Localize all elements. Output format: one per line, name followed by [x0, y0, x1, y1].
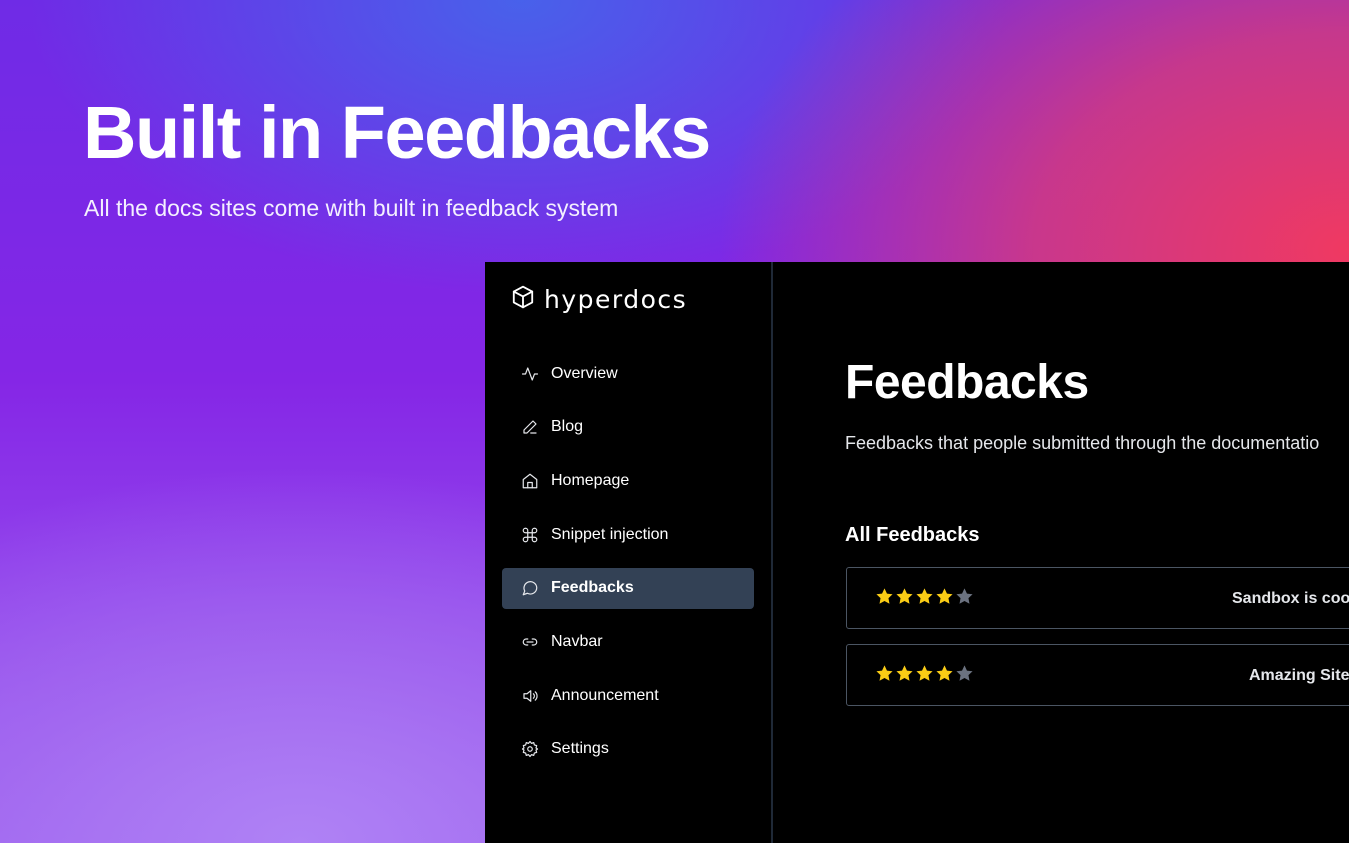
- link-icon: [520, 632, 540, 652]
- brand-name: hyperdocs: [544, 285, 688, 314]
- sidebar-item-label: Announcement: [551, 686, 659, 704]
- sidebar-item-feedbacks[interactable]: Feedbacks: [502, 567, 754, 609]
- sidebar-item-label: Homepage: [551, 471, 630, 489]
- pencil-icon: [520, 417, 540, 437]
- page-description: Feedbacks that people submitted through …: [845, 433, 1320, 453]
- activity-icon: [520, 364, 540, 384]
- sidebar-item-label: Settings: [551, 740, 609, 758]
- star-filled-icon: [936, 665, 953, 681]
- gear-icon: [520, 739, 540, 759]
- star-rating: [875, 587, 974, 606]
- feedback-card[interactable]: Sandbox is coo: [846, 567, 1349, 629]
- brand-logo[interactable]: hyperdocs: [510, 284, 687, 315]
- sidebar-item-label: Overview: [551, 364, 618, 382]
- star-filled-icon: [896, 588, 913, 604]
- message-circle-icon: [520, 578, 540, 598]
- app-window: hyperdocs Overview Blog Homepage Snippet…: [485, 262, 1349, 843]
- sidebar-item-label: Snippet injection: [551, 525, 669, 543]
- sidebar-item-homepage[interactable]: Homepage: [502, 460, 754, 501]
- star-rating: [875, 664, 974, 683]
- sidebar-item-announcement[interactable]: Announcement: [502, 675, 754, 716]
- hero-subtitle: All the docs sites come with built in fe…: [84, 195, 619, 221]
- sidebar-item-overview[interactable]: Overview: [502, 353, 754, 394]
- feedback-text: Sandbox is coo: [1232, 590, 1349, 607]
- star-filled-icon: [936, 588, 953, 604]
- section-title: All Feedbacks: [845, 524, 980, 546]
- feedback-text: Amazing Site: [1249, 667, 1349, 684]
- star-filled-icon: [896, 665, 913, 681]
- star-empty-icon: [956, 665, 973, 681]
- hero-title: Built in Feedbacks: [83, 91, 711, 174]
- sidebar-item-snippet-injection[interactable]: Snippet injection: [502, 514, 754, 555]
- sidebar: hyperdocs Overview Blog Homepage Snippet…: [485, 262, 773, 843]
- main-content: Feedbacks Feedbacks that people submitte…: [773, 262, 1349, 843]
- star-filled-icon: [916, 665, 933, 681]
- sidebar-item-settings[interactable]: Settings: [502, 729, 754, 770]
- cube-icon: [510, 284, 536, 315]
- sidebar-item-label: Navbar: [551, 632, 603, 650]
- star-filled-icon: [916, 588, 933, 604]
- sidebar-item-navbar[interactable]: Navbar: [502, 621, 754, 662]
- feedback-card[interactable]: Amazing Site: [846, 644, 1349, 706]
- speaker-icon: [520, 686, 540, 706]
- sidebar-item-label: Blog: [551, 418, 584, 436]
- star-filled-icon: [876, 588, 893, 604]
- star-empty-icon: [956, 588, 973, 604]
- sidebar-item-label: Feedbacks: [551, 579, 634, 597]
- sidebar-nav: Overview Blog Homepage Snippet injection: [502, 353, 754, 783]
- page-title: Feedbacks: [845, 356, 1089, 409]
- command-icon: [520, 525, 540, 545]
- home-icon: [520, 471, 540, 491]
- sidebar-item-blog[interactable]: Blog: [502, 407, 754, 448]
- star-filled-icon: [876, 665, 893, 681]
